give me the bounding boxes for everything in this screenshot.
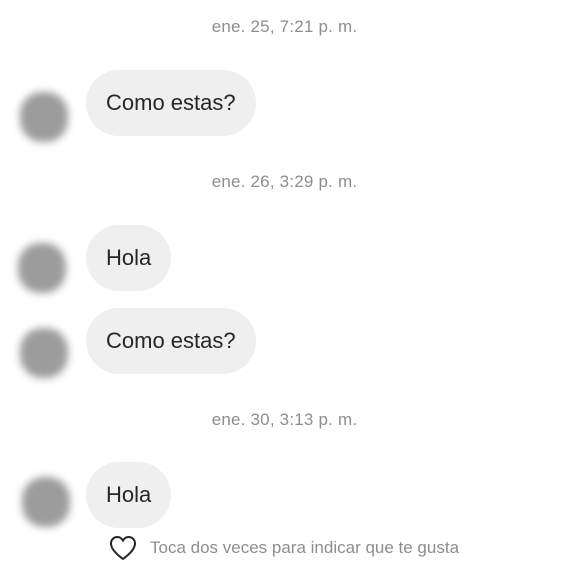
message-bubble[interactable]: Como estas? [86,308,256,374]
message-thread: ene. 25, 7:21 p. m. Como estas? ene. 26,… [0,0,569,578]
message-bubble[interactable]: Como estas? [86,70,256,136]
message-row: Como estas? [0,70,569,142]
message-row: Hola [0,225,569,293]
message-bubble[interactable]: Hola [86,462,172,528]
message-row: Como estas? [0,308,569,378]
avatar[interactable] [22,477,70,527]
timestamp: ene. 25, 7:21 p. m. [211,17,358,36]
like-hint-text: Toca dos veces para indicar que te gusta [150,538,460,557]
avatar[interactable] [20,92,68,142]
message-bubble[interactable]: Hola [86,225,172,291]
message-row: Hola [0,462,569,528]
heart-outline-icon[interactable] [108,534,138,562]
avatar[interactable] [18,243,66,293]
timestamp: ene. 30, 3:13 p. m. [211,410,358,429]
avatar[interactable] [20,328,68,378]
timestamp: ene. 26, 3:29 p. m. [211,172,358,191]
double-tap-like-hint[interactable]: Toca dos veces para indicar que te gusta [108,534,459,562]
